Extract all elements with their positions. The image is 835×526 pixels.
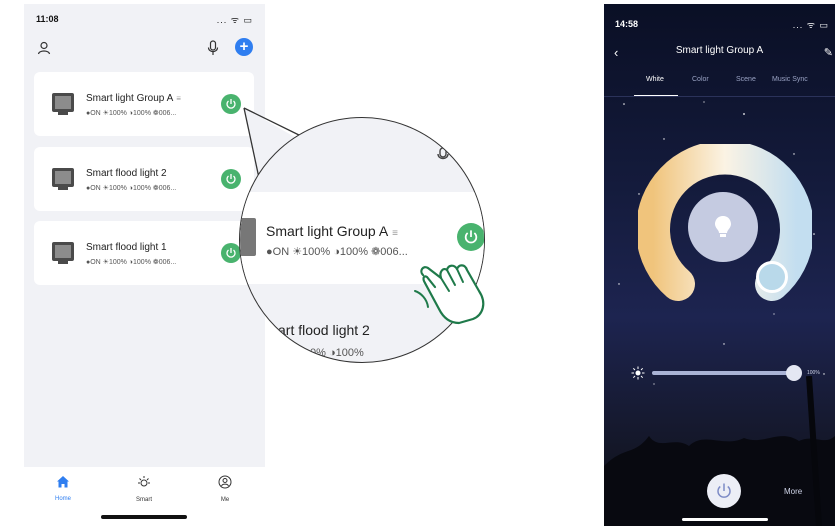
- light-control-screen: 14:58 ... ᯤ ▭ ‹ Smart light Group A ✎ Wh…: [604, 4, 835, 526]
- status-time: 14:58: [615, 19, 639, 29]
- power-icon: [717, 483, 731, 498]
- power-icon: [464, 230, 478, 244]
- home-indicator: [682, 518, 768, 521]
- magnifier-circle: Smart light Group A ≡ ●ON ☀100% ◑100% ❁00…: [239, 117, 485, 363]
- tab-divider: [604, 96, 835, 97]
- brightness-sun-icon: [631, 366, 645, 380]
- flood-light-thumbnail-icon: [240, 218, 256, 256]
- device-name: Smart light Group A ≡: [266, 223, 399, 239]
- page-title: Smart light Group A: [675, 45, 764, 56]
- power-button[interactable]: [707, 474, 741, 508]
- group-icon: ≡: [392, 228, 399, 239]
- temperature-knob[interactable]: [756, 261, 788, 293]
- edit-icon[interactable]: ✎: [824, 46, 833, 59]
- status-icons: ... ᯤ ▭: [792, 20, 829, 30]
- active-tab-indicator: [634, 95, 678, 96]
- tab-color[interactable]: Color: [692, 76, 709, 83]
- tab-scene[interactable]: Scene: [736, 76, 756, 83]
- microphone-icon: [436, 147, 450, 161]
- more-button[interactable]: More: [784, 487, 802, 496]
- bulb-toggle[interactable]: [688, 192, 758, 262]
- bulb-icon: [715, 216, 731, 237]
- brightness-slider-thumb[interactable]: [786, 365, 802, 381]
- tab-white[interactable]: White: [646, 76, 664, 83]
- stage: 11:08 ... ᯤ ▭ + Smart light Group A ≡ ●ON…: [0, 0, 835, 526]
- device-status: 0% ◑100%: [310, 347, 364, 359]
- tab-music-sync[interactable]: Music Sync: [772, 76, 808, 83]
- device-name: art flood light 2: [278, 322, 370, 338]
- brightness-value: 100%: [807, 370, 820, 376]
- device-status: ●ON ☀100% ◑100% ❁006...: [266, 246, 408, 258]
- brightness-slider[interactable]: [652, 371, 794, 375]
- pointing-hand-icon: [414, 264, 485, 325]
- mode-tabs: White Color Scene Music Sync: [604, 76, 835, 96]
